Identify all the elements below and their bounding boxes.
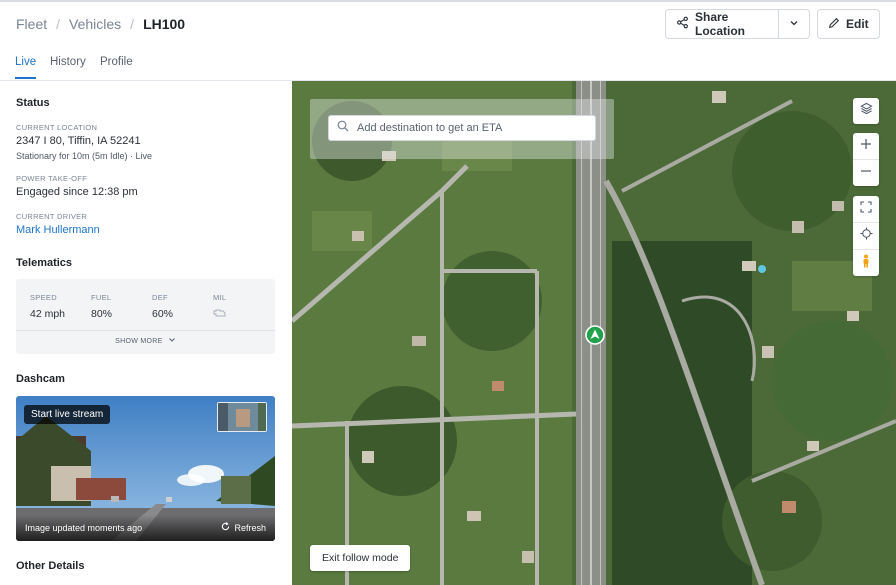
dashcam-image[interactable]: Start live stream Image updated moments … bbox=[16, 396, 275, 541]
view-controls bbox=[853, 196, 879, 276]
layers-control bbox=[853, 98, 879, 124]
share-location-split-button: Share Location bbox=[665, 9, 810, 39]
page-header: Fleet / Vehicles / LH100 Share Location … bbox=[0, 2, 896, 48]
telematics-title: Telematics bbox=[16, 257, 73, 269]
current-location-value: 2347 I 80, Tiffin, IA 52241 bbox=[16, 135, 141, 147]
eta-search-panel bbox=[310, 99, 614, 159]
live-map[interactable]: Exit follow mode bbox=[292, 81, 896, 585]
destination-search-input[interactable] bbox=[357, 122, 577, 134]
def-value: 60% bbox=[152, 308, 174, 320]
speed-metric: SPEED 42 mph bbox=[30, 293, 65, 320]
fullscreen-button[interactable] bbox=[853, 196, 879, 222]
breadcrumb-separator: / bbox=[130, 16, 135, 32]
show-more-button[interactable]: SHOW MORE bbox=[16, 337, 275, 345]
recenter-button[interactable] bbox=[853, 223, 879, 249]
exit-follow-mode-button[interactable]: Exit follow mode bbox=[310, 545, 411, 571]
telematics-card: SPEED 42 mph FUEL 80% DEF 60% MIL SHOW M… bbox=[16, 279, 275, 354]
other-details-title: Other Details bbox=[16, 560, 85, 572]
tab-profile[interactable]: Profile bbox=[100, 56, 133, 68]
edit-label: Edit bbox=[846, 17, 869, 31]
zoom-out-button[interactable] bbox=[853, 160, 879, 186]
dashcam-updated-text: Image updated moments ago bbox=[25, 523, 143, 533]
pto-value: Engaged since 12:38 pm bbox=[16, 186, 138, 198]
share-icon bbox=[676, 16, 689, 32]
page-title: LH100 bbox=[143, 16, 186, 32]
fuel-metric: FUEL 80% bbox=[91, 293, 112, 320]
zoom-control bbox=[853, 133, 879, 186]
breadcrumb: Fleet / Vehicles / LH100 bbox=[16, 16, 185, 32]
plus-icon bbox=[860, 137, 872, 155]
telematics-divider bbox=[16, 330, 275, 331]
show-more-label: SHOW MORE bbox=[115, 338, 163, 345]
pegman-icon bbox=[861, 254, 871, 273]
pto-label: POWER TAKE-OFF bbox=[16, 174, 88, 183]
fuel-value: 80% bbox=[91, 308, 113, 320]
dashcam-refresh-button[interactable]: Refresh bbox=[221, 522, 266, 533]
engine-icon bbox=[213, 308, 227, 321]
mil-label: MIL bbox=[213, 293, 227, 302]
share-options-dropdown[interactable] bbox=[779, 10, 809, 38]
eta-search-box[interactable] bbox=[328, 115, 596, 141]
crosshair-icon bbox=[859, 227, 873, 245]
share-location-label: Share Location bbox=[695, 10, 745, 38]
chevron-down-icon bbox=[789, 17, 799, 31]
vehicle-tabs: Live History Profile bbox=[0, 48, 292, 81]
def-metric: DEF 60% bbox=[152, 293, 173, 320]
search-icon bbox=[337, 119, 349, 137]
zoom-in-button[interactable] bbox=[853, 133, 879, 159]
details-panel: Status CURRENT LOCATION 2347 I 80, Tiffi… bbox=[0, 81, 292, 585]
driver-camera-thumbnail[interactable] bbox=[217, 402, 267, 432]
speed-label: SPEED bbox=[30, 293, 57, 302]
pencil-icon bbox=[828, 17, 840, 32]
layers-button[interactable] bbox=[853, 98, 879, 124]
tab-live[interactable]: Live bbox=[15, 56, 36, 68]
tab-history[interactable]: History bbox=[50, 56, 86, 68]
dashcam-title: Dashcam bbox=[16, 373, 65, 385]
vehicle-arrow-icon bbox=[585, 325, 605, 349]
layers-icon bbox=[859, 102, 873, 120]
minus-icon bbox=[860, 164, 872, 182]
fuel-label: FUEL bbox=[91, 293, 112, 302]
current-driver-link[interactable]: Mark Hullermann bbox=[16, 224, 100, 236]
location-status-text: Stationary for 10m (5m Idle) · Live bbox=[16, 151, 153, 161]
vehicle-marker[interactable] bbox=[585, 325, 605, 350]
mil-metric: MIL bbox=[213, 293, 227, 321]
status-title: Status bbox=[16, 97, 50, 109]
refresh-label: Refresh bbox=[234, 522, 266, 533]
fullscreen-icon bbox=[860, 200, 872, 218]
chevron-down-icon bbox=[165, 338, 176, 345]
share-location-button[interactable]: Share Location bbox=[666, 10, 780, 38]
def-label: DEF bbox=[152, 293, 168, 302]
street-view-button[interactable] bbox=[853, 250, 879, 276]
breadcrumb-separator: / bbox=[56, 16, 61, 32]
current-driver-label: CURRENT DRIVER bbox=[16, 212, 88, 221]
refresh-icon bbox=[221, 522, 230, 533]
active-tab-indicator bbox=[15, 77, 36, 79]
edit-button[interactable]: Edit bbox=[817, 9, 880, 39]
breadcrumb-vehicles[interactable]: Vehicles bbox=[69, 16, 121, 32]
breadcrumb-fleet[interactable]: Fleet bbox=[16, 16, 47, 32]
speed-value: 42 mph bbox=[30, 308, 66, 320]
current-location-label: CURRENT LOCATION bbox=[16, 123, 98, 132]
start-live-stream-button[interactable]: Start live stream bbox=[24, 405, 111, 424]
